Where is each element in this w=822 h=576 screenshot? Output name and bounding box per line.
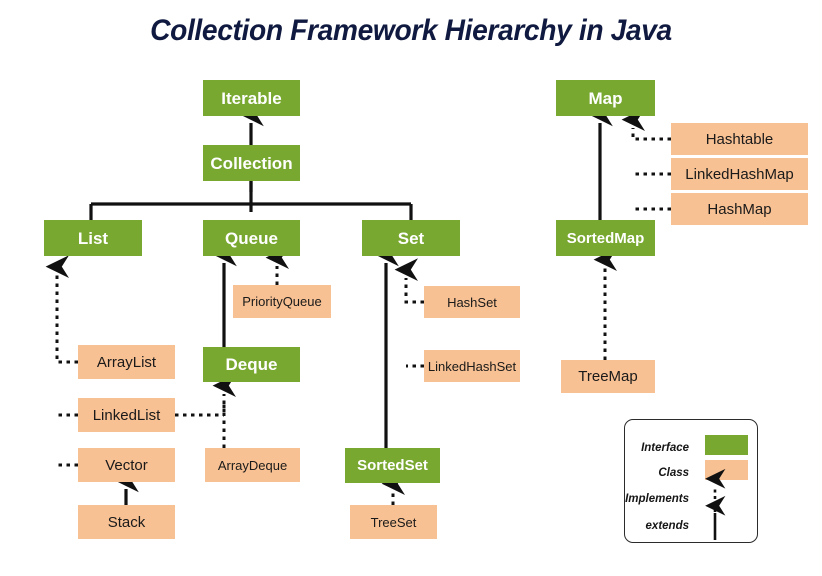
node-collection-label: Collection bbox=[210, 153, 293, 173]
node-treeset-label: TreeSet bbox=[370, 514, 417, 530]
node-arraylist[interactable]: ArrayList bbox=[78, 345, 175, 379]
node-vector-label: Vector bbox=[105, 456, 148, 474]
node-iterable[interactable]: Iterable bbox=[203, 80, 300, 116]
node-sortedmap[interactable]: SortedMap bbox=[556, 220, 655, 256]
node-stack-label: Stack bbox=[107, 513, 146, 531]
node-iterable-label: Iterable bbox=[221, 88, 282, 108]
node-vector[interactable]: Vector bbox=[78, 448, 175, 482]
node-linkedlist[interactable]: LinkedList bbox=[78, 398, 175, 432]
node-queue-label: Queue bbox=[225, 228, 278, 248]
node-hashtable-label: Hashtable bbox=[705, 130, 774, 148]
node-sortedmap-label: SortedMap bbox=[566, 229, 645, 247]
node-priorityqueue-label: PriorityQueue bbox=[242, 294, 322, 309]
node-linkedhashset-label: LinkedHashSet bbox=[427, 358, 517, 374]
node-deque-label: Deque bbox=[225, 355, 278, 374]
node-arraylist-label: ArrayList bbox=[96, 353, 157, 371]
node-list-label: List bbox=[77, 228, 109, 248]
node-linkedhashmap-label: LinkedHashMap bbox=[685, 165, 794, 183]
node-treemap[interactable]: TreeMap bbox=[561, 360, 655, 393]
node-linkedlist-label: LinkedList bbox=[92, 406, 161, 424]
node-deque[interactable]: Deque bbox=[203, 347, 300, 382]
node-sortedset[interactable]: SortedSet bbox=[345, 448, 440, 483]
node-set-label: Set bbox=[397, 228, 425, 248]
node-hashset-label: HashSet bbox=[447, 294, 497, 310]
diagram-canvas: Collection Framework Hierarchy in Java I… bbox=[0, 0, 822, 576]
node-linkedhashset[interactable]: LinkedHashSet bbox=[424, 350, 520, 382]
node-map[interactable]: Map bbox=[556, 80, 655, 116]
node-priorityqueue[interactable]: PriorityQueue bbox=[233, 285, 331, 318]
page-title: Collection Framework Hierarchy in Java bbox=[150, 14, 672, 47]
node-linkedhashmap[interactable]: LinkedHashMap bbox=[671, 158, 808, 190]
edge-hashset-set bbox=[394, 258, 424, 304]
node-arraydeque[interactable]: ArrayDeque bbox=[205, 448, 300, 482]
node-queue[interactable]: Queue bbox=[203, 220, 300, 256]
node-treeset[interactable]: TreeSet bbox=[350, 505, 437, 539]
legend: Interface Class Implements extends bbox=[624, 419, 758, 543]
node-map-label: Map bbox=[588, 88, 623, 108]
legend-arrow-samples bbox=[705, 468, 726, 540]
node-collection[interactable]: Collection bbox=[203, 145, 300, 181]
node-hashset[interactable]: HashSet bbox=[424, 286, 520, 318]
node-set[interactable]: Set bbox=[362, 220, 460, 256]
node-hashmap-label: HashMap bbox=[707, 200, 772, 218]
node-sortedset-label: SortedSet bbox=[357, 457, 428, 474]
node-list[interactable]: List bbox=[44, 220, 142, 256]
edge-hashtable-map bbox=[621, 108, 671, 141]
node-hashtable[interactable]: Hashtable bbox=[671, 123, 808, 155]
node-hashmap[interactable]: HashMap bbox=[671, 193, 808, 225]
node-stack[interactable]: Stack bbox=[78, 505, 175, 539]
node-treemap-label: TreeMap bbox=[578, 368, 638, 385]
edge-arraylist-list bbox=[45, 255, 78, 364]
node-arraydeque-label: ArrayDeque bbox=[217, 457, 288, 473]
